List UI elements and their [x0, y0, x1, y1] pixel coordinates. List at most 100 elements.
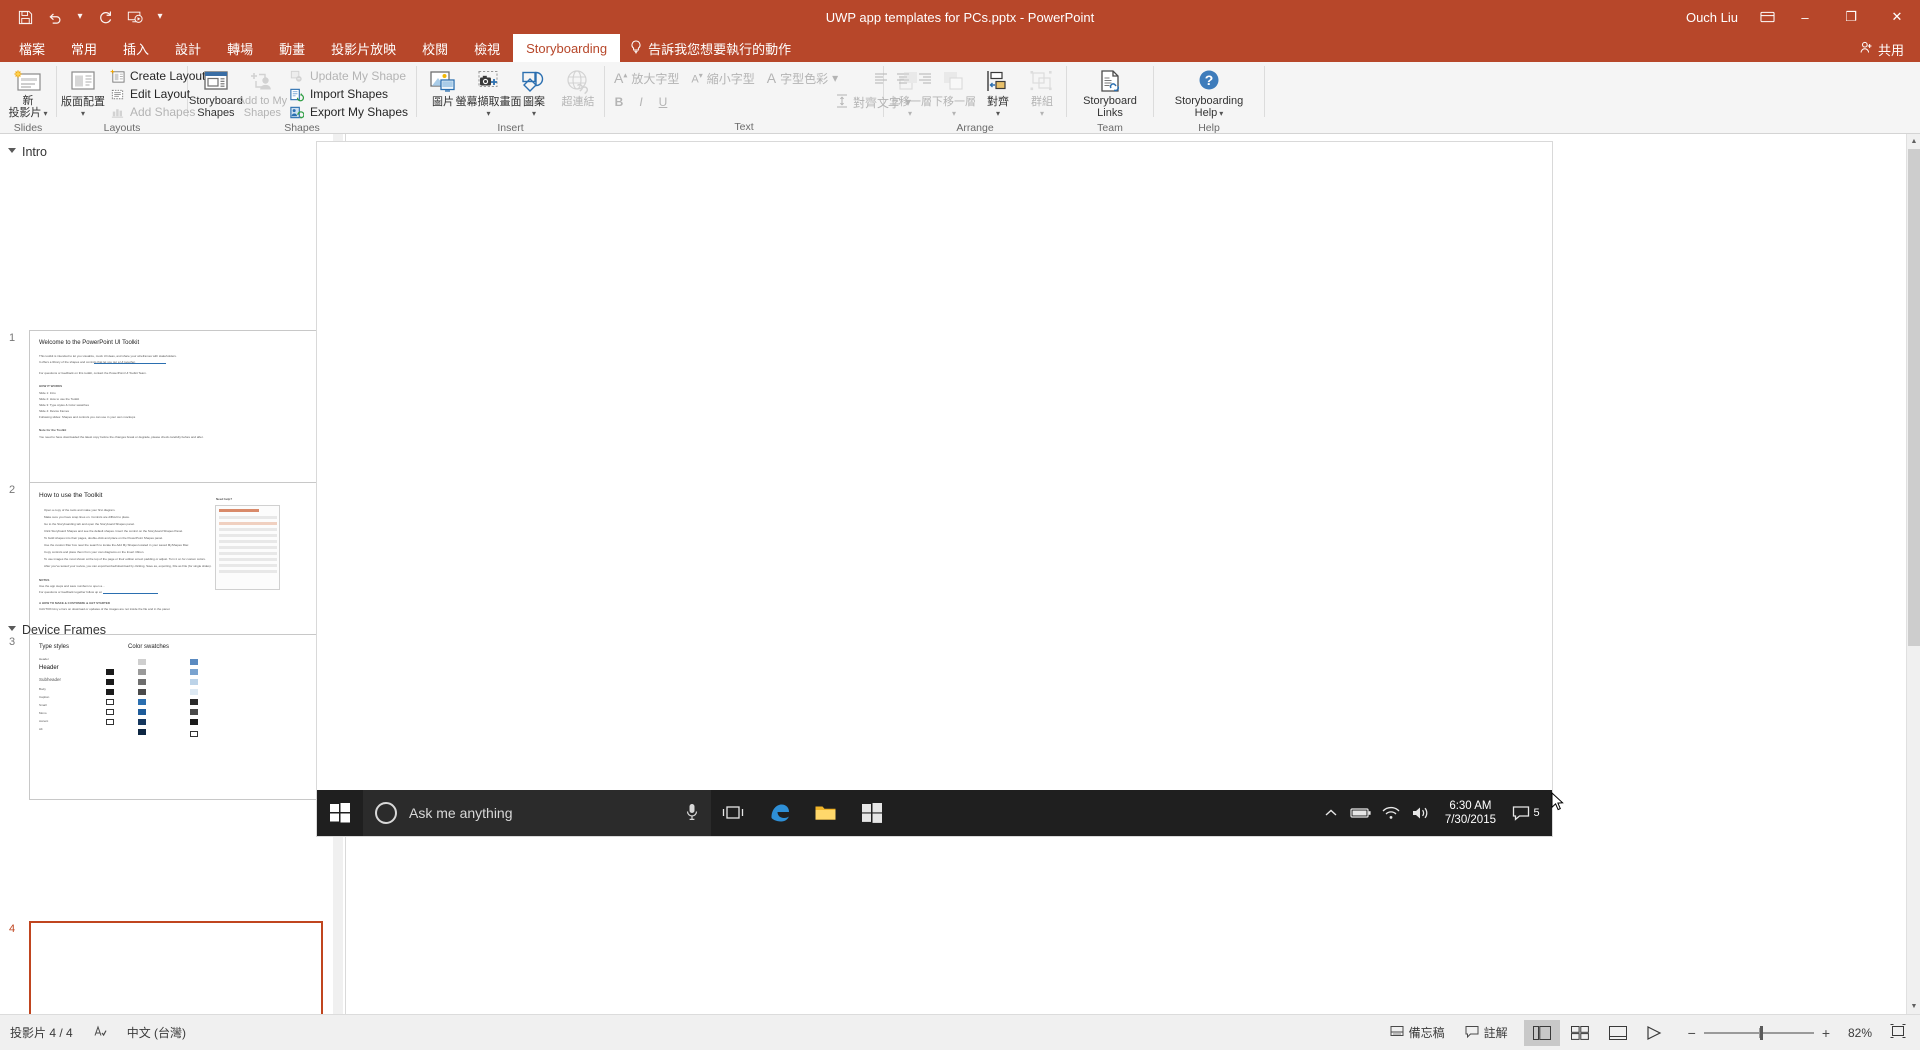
- reading-view-button[interactable]: [1600, 1020, 1636, 1046]
- section-header-intro[interactable]: Intro: [0, 139, 47, 163]
- windows-start-icon[interactable]: [317, 790, 363, 836]
- zoom-out-button[interactable]: −: [1688, 1025, 1696, 1041]
- slide-editing-surface[interactable]: Ask me anything: [316, 141, 1553, 837]
- chevron-down-icon[interactable]: [8, 626, 16, 635]
- slide-count-indicator[interactable]: 投影片 4 / 4: [0, 1015, 83, 1051]
- file-explorer-icon[interactable]: [803, 790, 849, 836]
- scrollbar-thumb[interactable]: [1908, 149, 1920, 646]
- spell-check-button[interactable]: [83, 1015, 117, 1051]
- shapes-button[interactable]: 圖案 ▾: [512, 65, 556, 121]
- storyboard-links-button[interactable]: Storyboard Links: [1071, 65, 1149, 121]
- chevron-down-icon[interactable]: ▾: [532, 110, 536, 117]
- tab-design[interactable]: 設計: [162, 34, 214, 62]
- zoom-control[interactable]: − + 82%: [1680, 1025, 1880, 1041]
- zoom-slider-track[interactable]: [1704, 1032, 1814, 1034]
- scroll-up-icon[interactable]: ▲: [1907, 134, 1920, 149]
- hyperlink-icon: [563, 67, 593, 97]
- show-hidden-icons-icon[interactable]: [1317, 790, 1345, 836]
- undo-icon[interactable]: [40, 3, 70, 31]
- edge-browser-icon[interactable]: [757, 790, 803, 836]
- customize-qat-icon[interactable]: ▾: [150, 3, 170, 31]
- share-button[interactable]: 共用: [1852, 38, 1912, 60]
- user-name[interactable]: Ouch Liu: [1686, 10, 1738, 25]
- layout-button[interactable]: 版面配置 ▾: [61, 65, 105, 121]
- tab-transitions[interactable]: 轉場: [214, 34, 266, 62]
- battery-icon[interactable]: [1347, 790, 1375, 836]
- ribbon-group-label-shapes: Shapes: [188, 121, 416, 135]
- tab-review[interactable]: 校閱: [409, 34, 461, 62]
- normal-view-button[interactable]: [1524, 1020, 1560, 1046]
- language-indicator[interactable]: 中文 (台灣): [117, 1015, 196, 1051]
- start-from-beginning-icon[interactable]: [120, 3, 150, 31]
- screenshot-icon: [474, 67, 504, 97]
- section-name-intro: Intro: [22, 145, 47, 159]
- screenshot-button[interactable]: 螢幕擷取畫面 ▾: [465, 65, 512, 121]
- zoom-in-button[interactable]: +: [1822, 1025, 1830, 1041]
- slide-thumbnail-4[interactable]: [29, 921, 323, 1014]
- align-objects-button[interactable]: 對齊 ▾: [976, 65, 1020, 121]
- save-icon[interactable]: [10, 3, 40, 31]
- tab-slide-show[interactable]: 投影片放映: [318, 34, 409, 62]
- storyboard-shapes-button[interactable]: Storyboard Shapes: [192, 65, 240, 121]
- microphone-icon[interactable]: [685, 803, 699, 824]
- action-center-icon[interactable]: 5: [1506, 790, 1546, 836]
- slide-sorter-view-button[interactable]: [1562, 1020, 1598, 1046]
- slide-thumbnail-1[interactable]: Welcome to the PowerPoint UI Toolkit Thi…: [29, 330, 323, 496]
- tell-me-box[interactable]: 告訴我您想要執行的動作: [620, 34, 801, 62]
- chevron-down-icon: ▾: [832, 71, 838, 85]
- fit-slide-to-window-button[interactable]: [1880, 1015, 1920, 1051]
- clock-date: 7/30/2015: [1445, 813, 1496, 827]
- volume-icon[interactable]: [1407, 790, 1435, 836]
- section-header-device-frames[interactable]: Device Frames: [0, 617, 106, 641]
- window-title: UWP app templates for PCs.pptx - PowerPo…: [0, 0, 1920, 34]
- zoom-slider-knob[interactable]: [1760, 1026, 1763, 1040]
- slide-thumbnail-pane[interactable]: Intro 1 Welcome to the PowerPoint UI Too…: [0, 134, 346, 1014]
- new-slide-button[interactable]: 新 投影片 ▾: [4, 65, 52, 121]
- slide-thumbnail-3[interactable]: Type styles Color swatches Header Header…: [29, 634, 323, 800]
- export-my-shapes-button[interactable]: Export My Shapes: [285, 103, 412, 121]
- slide-show-button[interactable]: [1638, 1020, 1674, 1046]
- tab-insert[interactable]: 插入: [110, 34, 162, 62]
- tab-home[interactable]: 常用: [58, 34, 110, 62]
- tab-file[interactable]: 檔案: [6, 34, 58, 62]
- canvas-vertical-scrollbar[interactable]: ▲ ▼: [1906, 134, 1920, 1014]
- tab-animations[interactable]: 動畫: [266, 34, 318, 62]
- chevron-down-icon[interactable]: ▾: [81, 110, 85, 117]
- slide-2-notes-3: A HOW TO MAKE & CUSTOMIZE & GET STARTED: [39, 601, 110, 605]
- taskbar-clock[interactable]: 6:30 AM 7/30/2015: [1437, 799, 1504, 827]
- wifi-icon[interactable]: [1377, 790, 1405, 836]
- ribbon-display-options-icon[interactable]: [1752, 0, 1782, 34]
- comments-button[interactable]: 註解: [1455, 1015, 1518, 1051]
- minimize-button[interactable]: –: [1782, 0, 1828, 34]
- align-objects-icon: [983, 67, 1013, 97]
- microsoft-store-icon[interactable]: [849, 790, 895, 836]
- tab-storyboarding[interactable]: Storyboarding: [513, 34, 620, 62]
- import-shapes-button[interactable]: Import Shapes: [285, 85, 412, 103]
- chevron-down-icon[interactable]: ▾: [486, 110, 490, 117]
- chevron-down-icon[interactable]: ▾: [996, 110, 1000, 117]
- ribbon-group-shapes: Storyboard Shapes Add to My Shapes: [188, 62, 416, 134]
- redo-icon[interactable]: [90, 3, 120, 31]
- task-view-icon[interactable]: [711, 790, 757, 836]
- picture-button[interactable]: 圖片: [421, 65, 465, 121]
- notes-button[interactable]: 備忘稿: [1380, 1015, 1455, 1051]
- undo-dropdown-icon[interactable]: ▾: [70, 3, 90, 31]
- zoom-level-label[interactable]: 82%: [1838, 1026, 1872, 1040]
- tab-view[interactable]: 檢視: [461, 34, 513, 62]
- device-frame-shape[interactable]: Ask me anything: [317, 142, 1552, 836]
- quick-access-toolbar[interactable]: ▾ ▾: [10, 0, 170, 34]
- slide-3-type-small: Small: [39, 703, 47, 707]
- cortana-search-box[interactable]: Ask me anything: [363, 790, 711, 836]
- align-objects-label: 對齊: [987, 97, 1009, 109]
- chevron-down-icon[interactable]: ▾: [44, 110, 48, 117]
- chevron-down-icon[interactable]: ▾: [1219, 110, 1223, 117]
- close-button[interactable]: ✕: [1874, 0, 1920, 34]
- maximize-button[interactable]: ❐: [1828, 0, 1874, 34]
- storyboarding-help-button[interactable]: ? Storyboarding Help ▾: [1158, 65, 1260, 121]
- update-my-shape-button: Update My Shape: [285, 67, 412, 85]
- cortana-circle-icon: [375, 802, 397, 824]
- slide-number-1: 1: [9, 332, 15, 344]
- scroll-down-icon[interactable]: ▼: [1907, 999, 1920, 1014]
- windows-taskbar-mock: Ask me anything: [317, 790, 1552, 836]
- chevron-down-icon[interactable]: [8, 148, 16, 157]
